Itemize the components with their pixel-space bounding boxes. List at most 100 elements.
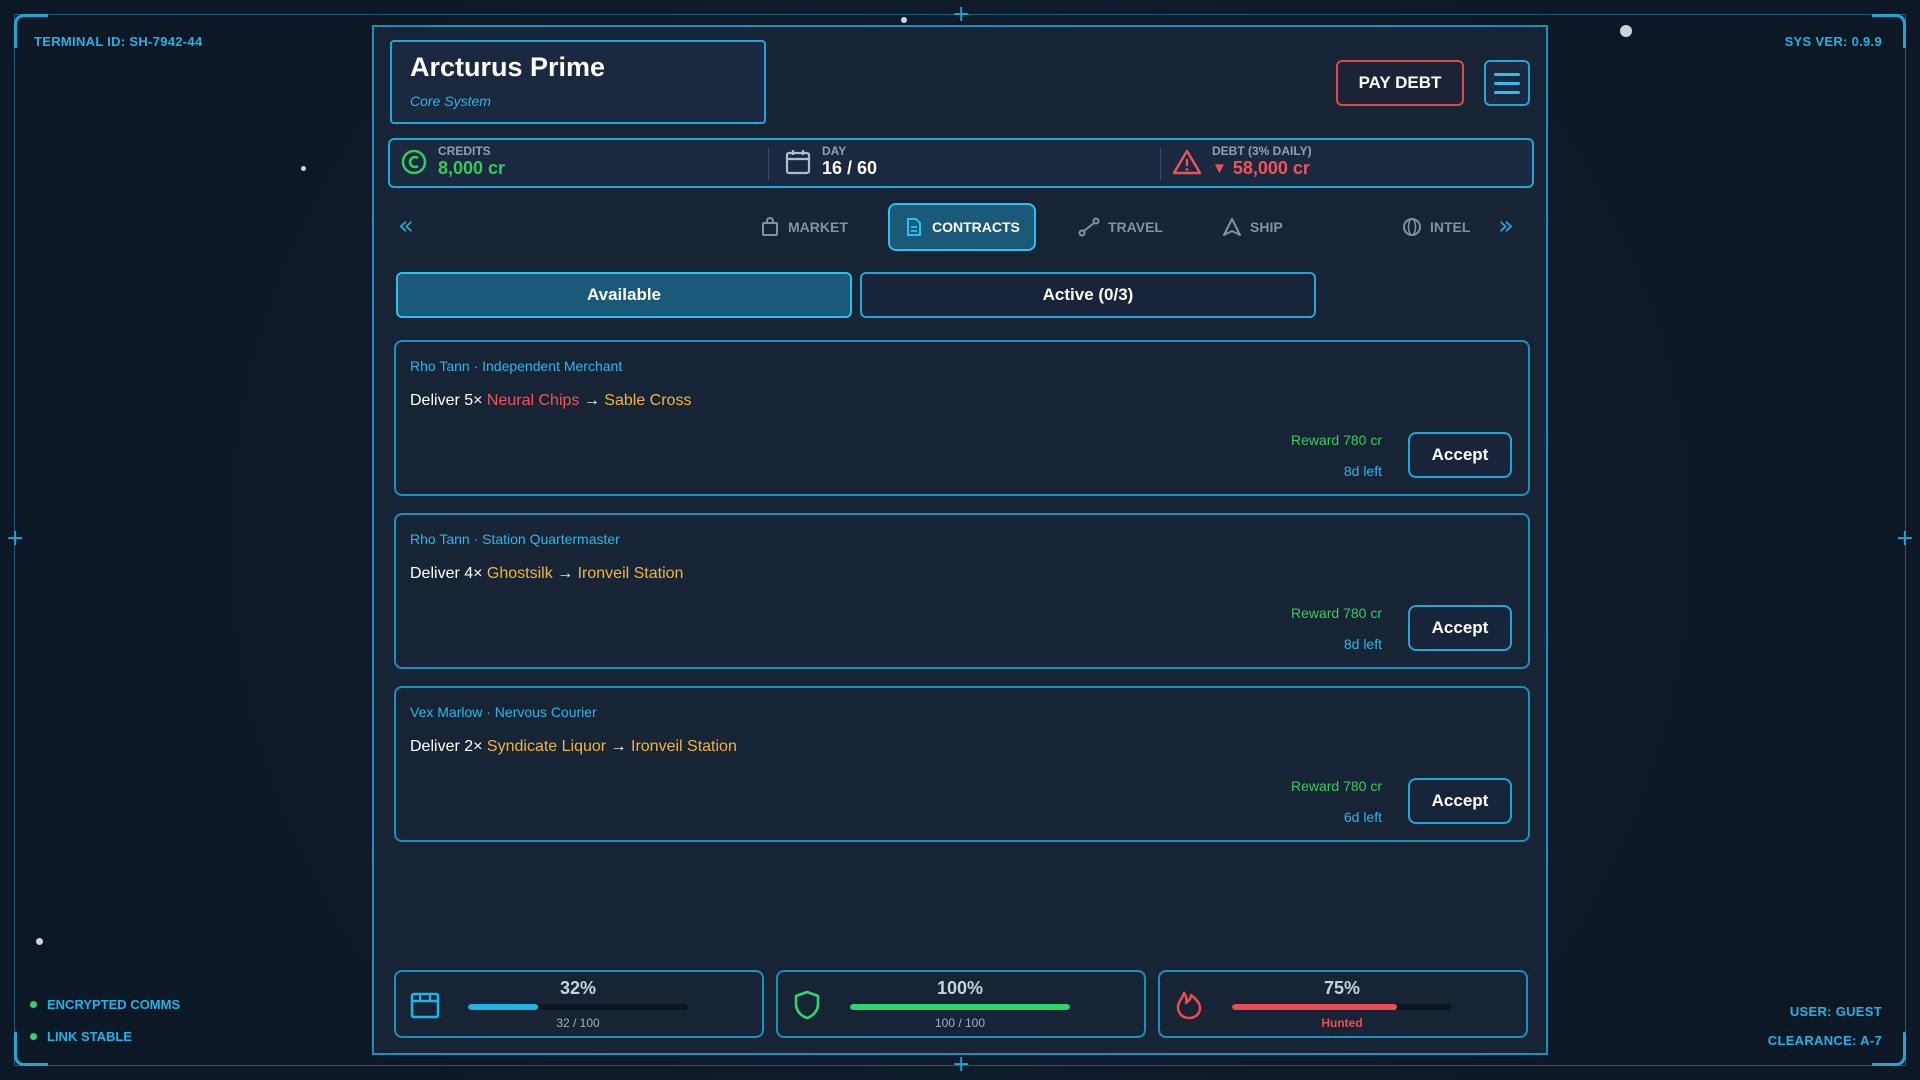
crosshair-right: + xyxy=(1895,526,1914,551)
pay-debt-button[interactable]: PAY DEBT xyxy=(1336,60,1464,106)
contract-description: Deliver 4× Ghostsilk → Ironveil Station xyxy=(410,565,683,583)
location-type: Core System xyxy=(410,93,491,109)
shield-icon xyxy=(790,988,824,1022)
contract-reward: Reward 780 cr xyxy=(1290,605,1382,621)
tab-contracts[interactable]: CONTRACTS xyxy=(888,203,1036,251)
ship-icon xyxy=(1223,218,1241,236)
contract-issuer: Rho Tann · Station Quartermaster xyxy=(410,531,620,547)
credits-icon xyxy=(401,149,427,174)
status-encrypted-label: ENCRYPTED COMMS xyxy=(47,997,181,1012)
sys-version: SYS VER: 0.9.9 xyxy=(1784,34,1882,49)
contract-description: Deliver 2× Syndicate Liquor → Ironveil S… xyxy=(410,738,737,756)
heat-status: Hunted xyxy=(1321,1016,1363,1030)
document-icon xyxy=(907,218,921,236)
down-arrow-icon: ▼ xyxy=(1212,160,1227,177)
debt-label: DEBT (3% DAILY) xyxy=(1212,144,1312,158)
tab-ship[interactable]: SHIP xyxy=(1222,203,1283,251)
crosshair-top: + xyxy=(952,2,971,27)
crosshair-left: + xyxy=(6,526,25,551)
hull-percent: 100% xyxy=(936,978,984,998)
hamburger-icon[interactable] xyxy=(1484,60,1530,106)
contract-prefix: Deliver 2× xyxy=(410,738,487,755)
accept-button[interactable]: Accept xyxy=(1408,778,1512,824)
tab-intel-label: INTEL xyxy=(1430,219,1471,235)
contract-issuer: Rho Tann · Independent Merchant xyxy=(410,358,623,374)
contract-good: Syndicate Liquor xyxy=(486,738,607,755)
accept-button[interactable]: Accept xyxy=(1408,605,1512,651)
status-dot-icon xyxy=(30,1033,37,1040)
debt-value: 58,000 cr xyxy=(1232,158,1310,178)
hull-bar xyxy=(850,1004,1070,1010)
contract-time-left: 6d left xyxy=(1343,809,1382,825)
contract-issuer: Vex Marlow · Nervous Courier xyxy=(410,704,597,720)
contract-description: Deliver 5× Neural Chips → Sable Cross xyxy=(410,392,691,410)
status-link-label: LINK STABLE xyxy=(47,1029,132,1044)
tab-market[interactable]: MARKET xyxy=(760,203,848,251)
tab-intel[interactable]: INTEL xyxy=(1402,203,1470,251)
cargo-percent: 32% xyxy=(559,978,597,998)
contract-prefix: Deliver 4× xyxy=(410,565,487,582)
accept-button[interactable]: Accept xyxy=(1408,432,1512,478)
contract-good: Ghostsilk xyxy=(486,565,553,582)
stat-divider xyxy=(768,148,769,180)
chevron-left-icon[interactable]: « xyxy=(398,211,414,241)
decor-dot xyxy=(901,17,907,23)
credits-value: 8,000 cr xyxy=(438,158,506,178)
day-stat: DAY 16 / 60 xyxy=(784,144,877,179)
contract-destination: Ironveil Station xyxy=(577,565,684,582)
contract-card: Vex Marlow · Nervous Courier Deliver 2× … xyxy=(394,686,1530,842)
subtab-available[interactable]: Available xyxy=(396,272,852,318)
hull-gauge: 100% 100 / 100 xyxy=(776,970,1146,1038)
location-name: Arcturus Prime xyxy=(410,52,606,82)
stats-bar: CREDITS 8,000 cr DAY 16 / 60 DEBT (3% DA… xyxy=(388,138,1534,188)
credits-stat: CREDITS 8,000 cr xyxy=(400,144,505,179)
status-link-stable: LINK STABLE xyxy=(30,1029,132,1044)
location-header: Arcturus Prime Core System xyxy=(390,40,766,124)
decor-dot xyxy=(36,938,43,945)
credits-label: CREDITS xyxy=(438,144,491,158)
cargo-icon xyxy=(408,988,442,1022)
heat-bar-fill xyxy=(1232,1004,1397,1010)
debt-value-row: ▼ 58,000 cr xyxy=(1212,158,1312,179)
contract-card: Rho Tann · Station Quartermaster Deliver… xyxy=(394,513,1530,669)
chevron-right-icon[interactable]: » xyxy=(1498,211,1514,241)
flame-icon xyxy=(1172,988,1206,1022)
contract-prefix: Deliver 5× xyxy=(410,392,487,409)
hull-capacity: 100 / 100 xyxy=(934,1016,986,1030)
cargo-bar-fill xyxy=(468,1004,539,1010)
heat-bar xyxy=(1232,1004,1452,1010)
status-encrypted-comms: ENCRYPTED COMMS xyxy=(30,997,180,1012)
tab-contracts-label: CONTRACTS xyxy=(932,219,1020,235)
debt-stat: DEBT (3% DAILY) ▼ 58,000 cr xyxy=(1172,144,1312,179)
terminal-id: TERMINAL ID: SH-7942-44 xyxy=(34,34,203,49)
subtab-active[interactable]: Active (0/3) xyxy=(860,272,1316,318)
cargo-capacity: 32 / 100 xyxy=(556,1016,600,1030)
contract-reward: Reward 780 cr xyxy=(1290,778,1382,794)
cargo-gauge: 32% 32 / 100 xyxy=(394,970,764,1038)
contract-good: Neural Chips xyxy=(486,392,580,409)
main-tabs: « MARKET CONTRACTS TRAVEL SHIP INTEL » xyxy=(388,203,1534,253)
status-dot-icon xyxy=(30,1001,37,1008)
contract-arrow: → xyxy=(579,392,605,409)
stat-divider xyxy=(1160,148,1161,180)
decor-dot xyxy=(301,166,306,171)
contract-card: Rho Tann · Independent Merchant Deliver … xyxy=(394,340,1530,496)
tab-market-label: MARKET xyxy=(788,219,848,235)
warning-icon xyxy=(1172,149,1202,174)
contract-time-left: 8d left xyxy=(1343,636,1382,652)
route-icon xyxy=(1078,217,1100,237)
decor-dot xyxy=(1620,25,1632,37)
day-value: 16 / 60 xyxy=(822,158,878,178)
contract-reward: Reward 780 cr xyxy=(1290,432,1382,448)
heat-gauge: 75% Hunted xyxy=(1158,970,1528,1038)
contract-destination: Ironveil Station xyxy=(631,738,737,755)
tab-travel[interactable]: TRAVEL xyxy=(1078,203,1163,251)
globe-icon xyxy=(1403,218,1421,236)
contract-arrow: → xyxy=(552,565,578,582)
heat-percent: 75% xyxy=(1323,978,1361,998)
main-panel: Arcturus Prime Core System PAY DEBT CRED… xyxy=(372,25,1548,1055)
hull-bar-fill xyxy=(850,1004,1070,1010)
calendar-icon xyxy=(785,149,811,174)
clearance-label: CLEARANCE: A-7 xyxy=(1767,1033,1882,1048)
contract-arrow: → xyxy=(606,738,631,755)
